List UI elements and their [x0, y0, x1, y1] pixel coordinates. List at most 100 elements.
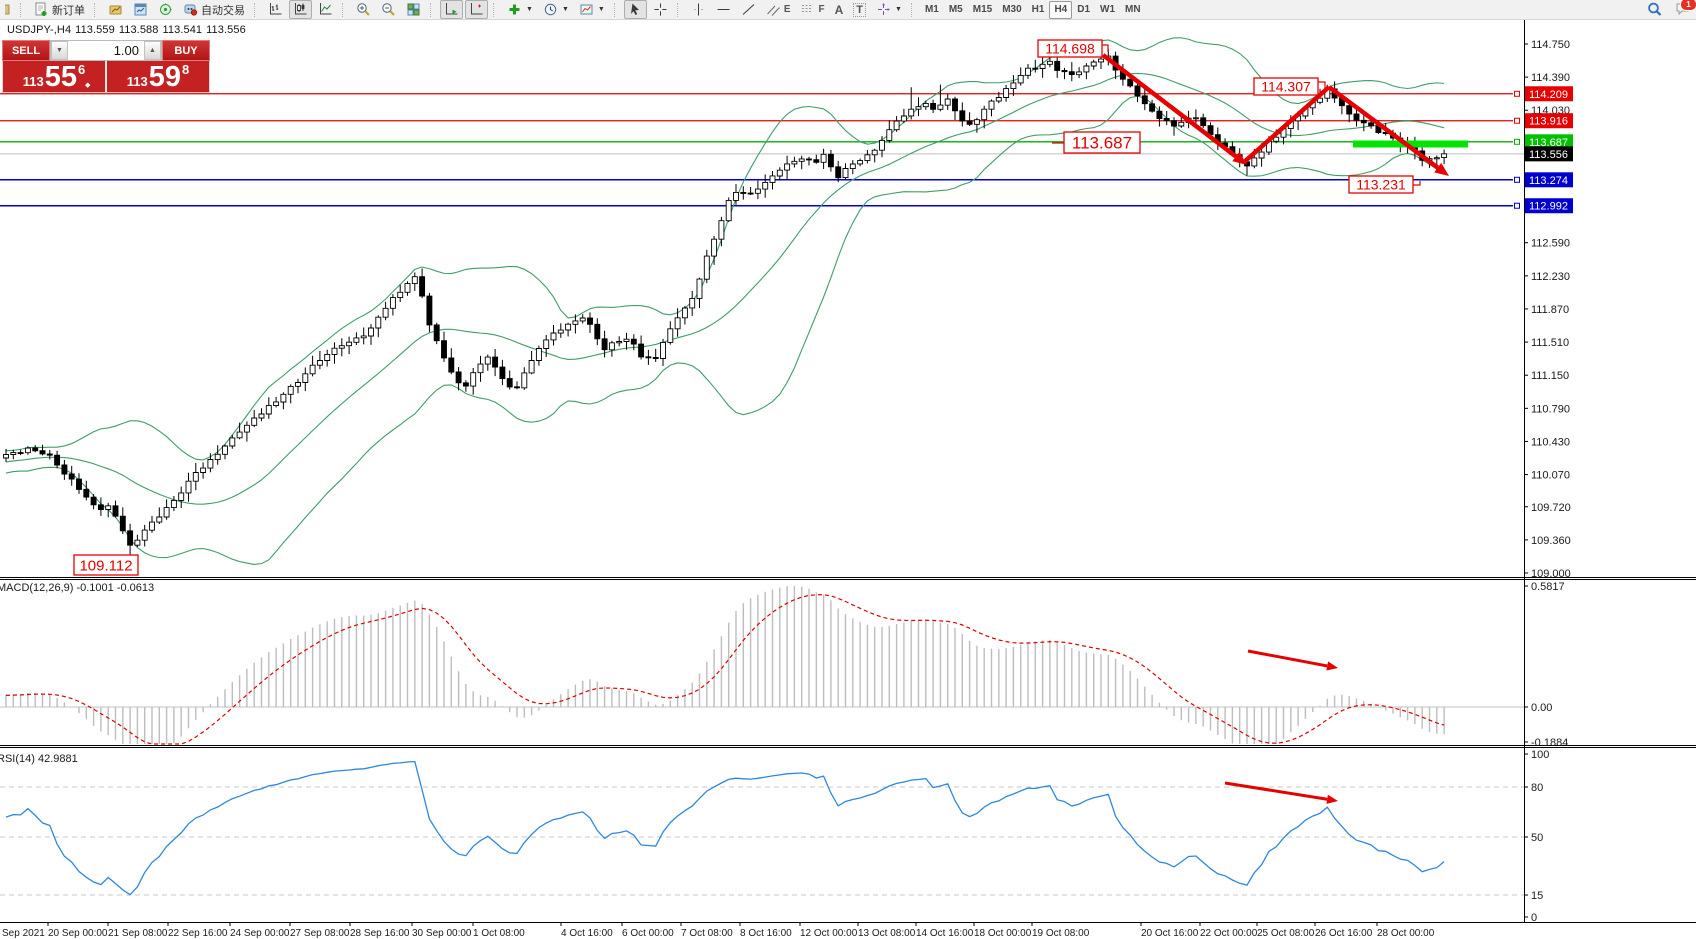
time-axis-label: 7 Oct 08:00: [681, 928, 733, 939]
new-order-button[interactable]: 新订单: [30, 0, 89, 19]
trend-arrow-line[interactable]: [1248, 651, 1327, 666]
level-line-handle[interactable]: [1515, 139, 1520, 144]
timeframe-button-m15[interactable]: M15: [968, 1, 997, 19]
zoom-out-button[interactable]: [377, 0, 400, 19]
bar-chart-button[interactable]: [264, 0, 287, 19]
price-axis-label: 109.360: [1531, 535, 1571, 547]
toolbar-separator: [430, 3, 436, 17]
rsi-pane: RSI(14) 42.98811008050150: [0, 749, 1549, 924]
macd-axis-label: 0.5817: [1531, 581, 1565, 593]
trend-arrow-line[interactable]: [1243, 87, 1329, 163]
timeframe-button-h4[interactable]: H4: [1049, 1, 1072, 19]
fibonacci-letter: F: [818, 4, 824, 15]
timeframe-button-mn[interactable]: MN: [1120, 1, 1146, 19]
text-tool-letter: A: [835, 3, 844, 17]
price-axis-label: 112.230: [1531, 271, 1570, 283]
equidistant-channel-button[interactable]: E: [762, 0, 795, 19]
ohlc-low: 113.541: [162, 24, 202, 36]
bid-ask-display: 113556 113598 ◆: [2, 61, 210, 93]
chevron-down-icon: ▼: [562, 6, 569, 13]
candlestick-chart-button[interactable]: [289, 0, 312, 19]
trend-arrows[interactable]: [1103, 55, 1449, 804]
price-axis-label: 111.150: [1531, 370, 1569, 382]
channel-letter: E: [784, 4, 791, 15]
timeframe-button-m5[interactable]: M5: [944, 1, 968, 19]
label-tool-button[interactable]: T: [849, 0, 870, 19]
chart-shift-button[interactable]: [465, 0, 488, 19]
auto-scroll-button[interactable]: [440, 0, 463, 19]
level-line-handle[interactable]: [1515, 91, 1520, 96]
label-tool-letter: T: [853, 3, 866, 17]
arrows-tool-button[interactable]: ▼: [872, 0, 906, 19]
toolbar-separator: [677, 3, 683, 17]
fibonacci-button[interactable]: F: [796, 0, 828, 19]
periods-button[interactable]: ▼: [539, 0, 573, 19]
macd-signal-line: [6, 595, 1444, 744]
price-badge-text: 112.992: [1529, 201, 1568, 213]
timeframe-button-h1[interactable]: H1: [1027, 1, 1050, 19]
symbol-timeframe-label: USDJPY-,H4: [7, 24, 71, 36]
line-chart-button[interactable]: [314, 0, 337, 19]
main-toolbar: 新订单 自动交易 ▼ ▼ ▼ E FAT ▼ M1M5M15M30H1H4D1W1MN 1: [0, 0, 1696, 20]
volume-increase-button[interactable]: ▲: [144, 41, 161, 60]
level-line-handle[interactable]: [1515, 118, 1520, 123]
toolbar-separator: [94, 3, 100, 17]
auto-trading-label: 自动交易: [201, 2, 245, 18]
chart-canvas[interactable]: 114.750114.390114.030112.590112.230111.8…: [0, 0, 1696, 939]
callout-text: 109.112: [79, 557, 132, 574]
ohlc-open: 113.559: [75, 24, 115, 36]
callout-text: 113.231: [1356, 177, 1406, 193]
new-chart-button[interactable]: [104, 0, 127, 19]
macd-axis-label: 0.00: [1531, 702, 1552, 714]
callout-text: 114.698: [1045, 41, 1095, 57]
chart-ohlc-header: USDJPY-,H4113.559113.588113.541113.556: [7, 24, 250, 36]
clipped-icon: [1, 0, 15, 19]
notifications-button[interactable]: 1: [1675, 1, 1690, 19]
toolbar-separator: [493, 3, 499, 17]
toolbar-separator: [911, 3, 917, 17]
templates-button[interactable]: ▼: [575, 0, 609, 19]
level-line-handle[interactable]: [1515, 203, 1520, 208]
trend-arrow-line[interactable]: [1225, 783, 1327, 799]
vertical-line-button[interactable]: [687, 0, 710, 19]
timeframe-button-w1[interactable]: W1: [1095, 1, 1120, 19]
cursor-button[interactable]: [624, 0, 647, 19]
text-tool-button[interactable]: A: [831, 0, 848, 19]
time-axis-label: 6 Oct 00:00: [622, 928, 674, 939]
level-line-handle[interactable]: [1515, 177, 1520, 182]
timeframe-button-m1[interactable]: M1: [920, 1, 944, 19]
time-axis-label: 27 Sep 08:00: [290, 928, 350, 939]
rsi-axis-label: 15: [1531, 890, 1543, 902]
price-axis-label: 109.000: [1531, 568, 1571, 580]
horizontal-level-lines[interactable]: [0, 91, 1524, 208]
bollinger-lower-band: [6, 96, 1444, 564]
tile-windows-button[interactable]: [402, 0, 425, 19]
horizontal-line-button[interactable]: [712, 0, 735, 19]
bearish-candles: [18, 56, 1425, 545]
auto-trading-button[interactable]: 自动交易: [179, 0, 249, 19]
rsi-axis-label: 0: [1531, 912, 1537, 924]
indicators-button[interactable]: ▼: [503, 0, 537, 19]
toolbar-separator: [614, 3, 620, 17]
sell-button[interactable]: SELL: [2, 40, 50, 61]
time-axis-label: 22 Sep 16:00: [168, 928, 228, 939]
trend-arrow-line[interactable]: [1329, 87, 1438, 168]
profiles-button[interactable]: [129, 0, 152, 19]
crosshair-button[interactable]: [649, 0, 672, 19]
time-axis-label: 8 Oct 16:00: [740, 928, 792, 939]
zoom-in-button[interactable]: [352, 0, 375, 19]
timeframe-button-m30[interactable]: M30: [997, 1, 1026, 19]
volume-decrease-button[interactable]: ▼: [51, 41, 68, 60]
market-watch-button[interactable]: [154, 0, 177, 19]
time-axis-label: 20 Sep 00:00: [48, 928, 108, 939]
trendline-button[interactable]: [737, 0, 760, 19]
volume-input[interactable]: [68, 41, 144, 60]
timeframe-button-d1[interactable]: D1: [1072, 1, 1095, 19]
search-icon[interactable]: [1643, 0, 1666, 19]
time-axis-label: 12 Oct 00:00: [800, 928, 858, 939]
buy-price[interactable]: 113598: [107, 61, 209, 92]
price-axis-label: 114.390: [1531, 72, 1570, 84]
buy-button[interactable]: BUY: [162, 40, 210, 61]
price-badge-text: 114.209: [1529, 89, 1568, 101]
chevron-down-icon: ▼: [526, 6, 533, 13]
